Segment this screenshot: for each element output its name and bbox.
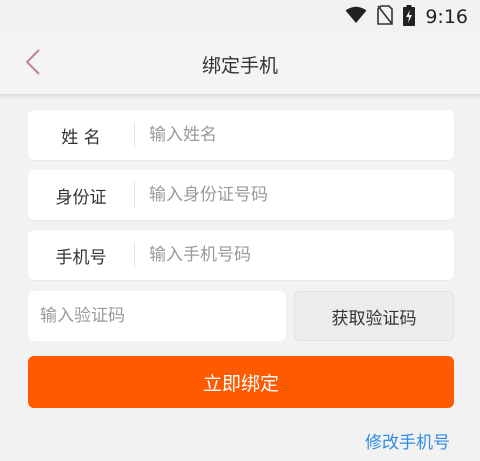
get-code-button[interactable]: 获取验证码 <box>294 291 454 341</box>
wifi-icon <box>345 6 367 28</box>
id-card-label: 身份证 <box>55 187 107 208</box>
battery-charging-icon <box>403 4 416 30</box>
name-input[interactable] <box>135 110 454 160</box>
status-time: 9:16 <box>425 6 468 28</box>
page-title: 绑定手机 <box>201 54 278 77</box>
phone-input[interactable] <box>135 230 454 280</box>
verification-code-field <box>28 291 286 341</box>
phone-field: 手机号 <box>28 230 454 280</box>
status-bar: 9:16 <box>0 0 480 34</box>
change-phone-link[interactable]: 修改手机号 <box>365 428 450 453</box>
id-card-field: 身份证 <box>28 170 454 220</box>
name-label: 姓 名 <box>61 127 101 148</box>
status-icons: 9:16 <box>345 4 468 30</box>
phone-label: 手机号 <box>55 247 107 268</box>
nav-bar: 绑定手机 <box>0 34 480 95</box>
no-sim-icon <box>377 5 394 29</box>
bind-now-button[interactable]: 立即绑定 <box>28 356 454 408</box>
verification-code-input[interactable] <box>28 291 286 341</box>
name-field: 姓 名 <box>28 110 454 160</box>
id-card-input[interactable] <box>135 170 454 220</box>
